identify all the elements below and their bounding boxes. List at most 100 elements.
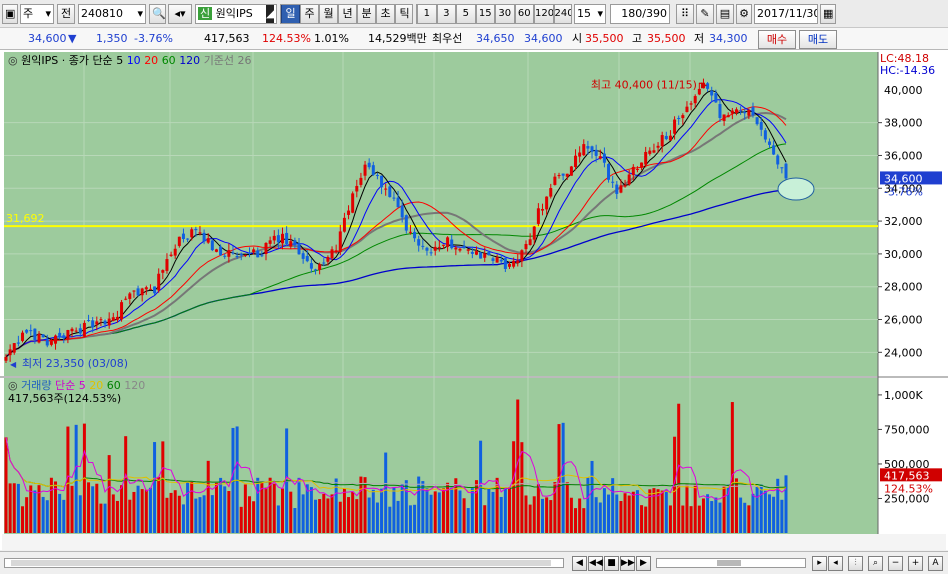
period-tab-5[interactable]: 초: [376, 5, 395, 23]
candle-body: [545, 196, 549, 210]
candle-body: [483, 253, 487, 258]
volume-bar: [371, 489, 375, 533]
volume-bar: [541, 498, 545, 533]
candle-body: [82, 322, 86, 337]
interval-tab-60[interactable]: 60: [514, 5, 534, 23]
candle-body: [710, 90, 714, 96]
volume-bar: [124, 436, 128, 533]
legend-series: 종가 단순: [69, 54, 116, 67]
add-icon[interactable]: ▣: [2, 4, 18, 24]
candle-body: [95, 321, 99, 325]
volume-bar: [652, 488, 656, 533]
stock-chart[interactable]: 31,692 24,000 26,000 28,000 30,000 32,000 34,…: [0, 50, 948, 550]
interval-tab-240[interactable]: 240: [553, 5, 571, 23]
volume-bar: [520, 442, 524, 533]
candle-body: [338, 231, 342, 252]
candle-body: [615, 184, 619, 194]
count-field[interactable]: 180/390: [610, 4, 670, 24]
save-icon[interactable]: ▤: [716, 4, 734, 24]
interval-tab-1[interactable]: 1: [417, 5, 437, 23]
candle-body: [458, 248, 462, 251]
ytick-top-label: 40,000: [884, 84, 923, 97]
candle-body: [115, 316, 119, 320]
search-icon[interactable]: 🔍: [149, 4, 166, 24]
volume-bar: [264, 487, 268, 533]
minus-icon[interactable]: −: [888, 556, 903, 571]
down-arrow-icon: ▼: [68, 32, 77, 45]
volume-bar: [611, 478, 615, 533]
sell-button[interactable]: 매도: [799, 30, 837, 49]
period-tab-1[interactable]: 주: [300, 5, 319, 23]
prev-button[interactable]: 전: [57, 4, 75, 24]
volume-bar: [62, 499, 66, 533]
volume-bar: [297, 477, 301, 533]
volume-bar: [441, 488, 445, 533]
volume-bar: [462, 498, 466, 533]
candle-body: [635, 168, 639, 170]
speaker-icon[interactable]: ◂▾: [168, 4, 192, 24]
volume-bar: [483, 505, 487, 533]
candle-body: [417, 239, 421, 246]
interval-select[interactable]: 15 ▾: [574, 4, 606, 24]
volume-bar: [404, 480, 408, 533]
legend-period-120: 120: [179, 54, 204, 67]
interval-tab-15[interactable]: 15: [475, 5, 495, 23]
volume-bar: [561, 422, 565, 533]
legend-vperiod-120: 120: [124, 379, 145, 392]
period-tab-4[interactable]: 분: [357, 5, 376, 23]
calendar-icon[interactable]: ▦: [820, 4, 836, 24]
candle-body: [677, 117, 681, 119]
scroll-left-icon[interactable]: ◀: [572, 556, 587, 571]
zoom-out-icon[interactable]: ◂: [828, 556, 843, 571]
volume-bar: [272, 483, 276, 533]
candle-body: [425, 247, 429, 251]
candle-body: [660, 135, 664, 147]
gear-icon[interactable]: ⚙: [736, 4, 752, 24]
period-tab-0[interactable]: 일: [281, 5, 300, 23]
period-tab-2[interactable]: 월: [319, 5, 338, 23]
volume-bar: [549, 500, 553, 533]
date-input[interactable]: 2017/11/30: [754, 4, 818, 24]
stock-code-input[interactable]: 240810 ▾: [78, 4, 146, 24]
split-icon[interactable]: ⫶: [848, 556, 863, 571]
first-icon[interactable]: ◀◀: [588, 556, 603, 571]
font-size-icon[interactable]: A: [928, 556, 943, 571]
grid-icon[interactable]: ⠿: [676, 4, 694, 24]
candle-body: [664, 135, 668, 140]
stock-name-field[interactable]: 신 원익IPS ◢: [195, 4, 277, 24]
zoom-thumb[interactable]: [717, 560, 741, 566]
last-ratio-label: 124.53%: [884, 482, 933, 495]
zoom-track[interactable]: [656, 558, 806, 568]
interval-tab-30[interactable]: 30: [495, 5, 515, 23]
volume-bar: [301, 494, 305, 533]
volume-bar: [450, 487, 454, 533]
candle-body: [602, 153, 606, 163]
plus-icon[interactable]: +: [908, 556, 923, 571]
market-select[interactable]: 주 ▾: [20, 4, 54, 24]
stop-icon[interactable]: ■: [604, 556, 619, 571]
volume-bar: [532, 496, 536, 533]
interval-tab-120[interactable]: 120: [534, 5, 554, 23]
draw-icon[interactable]: ✎: [696, 4, 714, 24]
last-icon[interactable]: ▶▶: [620, 556, 635, 571]
interval-tab-3[interactable]: 3: [436, 5, 456, 23]
candle-body: [714, 93, 718, 103]
interval-tab-5[interactable]: 5: [456, 5, 476, 23]
period-tab-3[interactable]: 년: [338, 5, 357, 23]
scroll-track[interactable]: [4, 558, 564, 568]
volume-bar: [194, 498, 198, 533]
buy-button[interactable]: 매수: [758, 30, 796, 49]
highlight-ellipse[interactable]: [777, 177, 815, 201]
candle-body: [730, 110, 734, 114]
volume-bar: [206, 460, 210, 533]
scroll-right-icon[interactable]: ▶: [636, 556, 651, 571]
scroll-thumb[interactable]: [11, 560, 551, 566]
volume-bar: [140, 489, 144, 533]
candle-body: [49, 341, 53, 345]
candle-body: [45, 339, 49, 346]
volume-bar: [739, 497, 743, 533]
zoom-in-icon[interactable]: ▸: [812, 556, 827, 571]
period-tab-6[interactable]: 틱: [395, 5, 412, 23]
volume-bar: [351, 491, 355, 533]
search-icon[interactable]: ⌕: [868, 556, 883, 571]
